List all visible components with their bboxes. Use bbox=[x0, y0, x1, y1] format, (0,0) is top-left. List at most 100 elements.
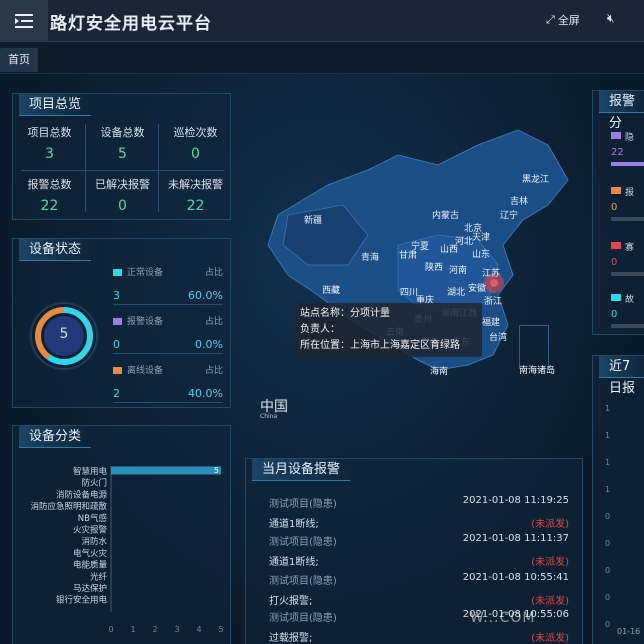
stat-value: 0 bbox=[191, 146, 200, 162]
x-tick-label: 0 bbox=[108, 625, 113, 634]
legend-swatch bbox=[113, 317, 122, 325]
stat-value: 0 bbox=[118, 198, 127, 214]
stat-label: 项目总数 bbox=[27, 126, 72, 139]
alarm-state: (未派发) bbox=[531, 633, 569, 644]
stat-inspection-count: 巡检次数 0 bbox=[159, 120, 232, 168]
alarm-dist-bar bbox=[611, 272, 644, 276]
panel-title: 报警分 bbox=[599, 91, 644, 131]
status-row-alarm: 报警设备 占比 0 0.0% bbox=[113, 312, 223, 354]
fullscreen-button[interactable]: ⤢ 全屏 bbox=[546, 12, 580, 28]
map-label-henan: 河南 bbox=[449, 266, 468, 276]
category-label: 火灾报警 bbox=[73, 525, 108, 536]
status-pct: 60.0% bbox=[188, 289, 223, 302]
status-name: 正常设备 bbox=[127, 267, 164, 278]
speaker-mute-icon[interactable]: 🔇︎ bbox=[607, 11, 615, 26]
legend-swatch bbox=[611, 132, 621, 139]
map-label-tianjin: 天津 bbox=[472, 233, 491, 243]
stat-alarm-total: 报警总数 22 bbox=[13, 172, 86, 220]
panel-title: 当月设备报警 bbox=[252, 459, 351, 481]
alarm-desc: 打火报警; bbox=[269, 596, 313, 607]
x-tick-label: 5 bbox=[218, 625, 223, 634]
category-label: 防火门 bbox=[81, 478, 107, 489]
map-label-gansu: 甘肃 bbox=[399, 251, 418, 261]
map-label-qinghai: 青海 bbox=[361, 253, 380, 263]
map-label-liaoning: 辽宁 bbox=[500, 211, 519, 221]
panel-title: 项目总览 bbox=[19, 94, 92, 116]
status-count: 3 bbox=[113, 289, 120, 302]
divider bbox=[158, 124, 159, 212]
legend-swatch bbox=[113, 366, 122, 374]
menu-toggle-button[interactable] bbox=[0, 0, 48, 42]
alarm-dist-count: 0 bbox=[611, 257, 618, 268]
panel-title: 近7日报 bbox=[599, 356, 644, 396]
category-label: 电气火灾 bbox=[73, 548, 108, 559]
alarm-time: 2021-01-08 11:11:37 bbox=[462, 533, 569, 544]
divider bbox=[85, 124, 86, 212]
x-tick-label: 2 bbox=[152, 625, 157, 634]
status-pct: 40.0% bbox=[188, 387, 223, 400]
alarm-state: (未派发) bbox=[531, 596, 569, 607]
stat-value: 3 bbox=[45, 146, 54, 162]
map-label-jiangsu: 江苏 bbox=[482, 269, 501, 279]
ratio-label: 占比 bbox=[204, 365, 223, 376]
category-label: 消防设备电源 bbox=[56, 489, 108, 500]
y-tick-label: 0 bbox=[605, 593, 611, 602]
status-pct: 0.0% bbox=[195, 338, 223, 351]
panel-title: 设备状态 bbox=[19, 239, 92, 261]
stat-label: 巡检次数 bbox=[173, 126, 218, 139]
stat-value: 22 bbox=[40, 198, 59, 214]
map-label-hubei: 湖北 bbox=[447, 288, 466, 298]
y-tick-label: 1 bbox=[605, 485, 611, 494]
alarm-desc: 过载报警; bbox=[269, 633, 313, 644]
y-tick-label: 1 bbox=[605, 404, 611, 413]
tab-bar: 首页 bbox=[0, 42, 644, 74]
device-category-panel: 设备分类 智慧用电 5 防火门 消防设备电源 消防应急照明和疏散 NB气感 火灾报警 消防水电… bbox=[12, 425, 231, 644]
stat-value: 5 bbox=[118, 146, 127, 162]
status-name: 离线设备 bbox=[127, 365, 164, 376]
legend-swatch bbox=[113, 268, 122, 276]
dashboard-root: 路灯安全用电云平台 ⤢ 全屏 🔇︎ 首页 项目总览 项目总数 3 设备总数 5 … bbox=[0, 0, 644, 644]
map-label-xizang: 西藏 bbox=[322, 286, 341, 296]
y-tick-label: 0 bbox=[605, 566, 611, 575]
map-label-anhui: 安徽 bbox=[468, 284, 487, 294]
stat-device-total: 设备总数 5 bbox=[86, 120, 159, 168]
china-map[interactable] bbox=[248, 125, 588, 425]
watermark: W...COM bbox=[470, 610, 536, 626]
status-count: 0 bbox=[113, 338, 120, 351]
map-label-nanhai: 南海诸岛 bbox=[519, 366, 556, 376]
map-label-xinjiang: 新疆 bbox=[304, 216, 323, 226]
map-label-taiwan: 台湾 bbox=[489, 333, 508, 343]
seven-day-x-tick: 01-16 bbox=[617, 627, 641, 636]
project-overview-panel: 项目总览 项目总数 3 设备总数 5 巡检次数 0 报警总数 22 已解决报警 … bbox=[12, 93, 231, 220]
ratio-label: 占比 bbox=[204, 267, 223, 278]
y-tick-label: 1 bbox=[605, 458, 611, 467]
category-label: NB气感 bbox=[78, 513, 108, 524]
alarm-list-item[interactable]: 测试项目(隐患) 2021-01-08 11:11:37 通道1断线; (未派发) bbox=[269, 533, 569, 570]
alarm-list-item[interactable]: 测试项目(隐患) 2021-01-08 10:55:41 打火报警; (未派发) bbox=[269, 572, 569, 609]
alarm-dist-bar bbox=[611, 324, 644, 328]
x-tick-label: 4 bbox=[196, 625, 201, 634]
stat-label: 未解决报警 bbox=[168, 178, 223, 191]
legend-swatch bbox=[611, 187, 621, 194]
fullscreen-icon: ⤢ bbox=[546, 13, 555, 26]
map-label-neimenggu: 内蒙古 bbox=[432, 211, 460, 221]
map-label-shanxi: 山西 bbox=[440, 245, 459, 255]
alarm-hotspot-dot[interactable] bbox=[490, 279, 498, 287]
stat-label: 设备总数 bbox=[100, 126, 145, 139]
alarm-dist-row: 报 0 bbox=[611, 180, 644, 221]
x-tick-label: 3 bbox=[174, 625, 179, 634]
category-label: 消防水 bbox=[81, 536, 107, 547]
menu-fold-icon bbox=[15, 14, 33, 28]
top-bar: 路灯安全用电云平台 ⤢ 全屏 🔇︎ bbox=[0, 0, 644, 42]
category-label: 电能质量 bbox=[73, 560, 108, 571]
divider bbox=[21, 170, 224, 171]
bar[interactable] bbox=[111, 466, 221, 475]
alarm-list-item[interactable]: 测试项目(隐患) 2021-01-08 11:19:25 通道1断线; (未派发) bbox=[269, 495, 569, 532]
map-label-shandong: 山东 bbox=[472, 250, 491, 260]
stat-value: 22 bbox=[186, 198, 205, 214]
status-row-offline: 离线设备 占比 2 40.0% bbox=[113, 361, 223, 403]
status-row-normal: 正常设备 占比 3 60.0% bbox=[113, 263, 223, 305]
alarm-desc: 通道1断线; bbox=[269, 519, 319, 530]
tab-home[interactable]: 首页 bbox=[0, 48, 38, 72]
status-name: 报警设备 bbox=[127, 316, 164, 327]
